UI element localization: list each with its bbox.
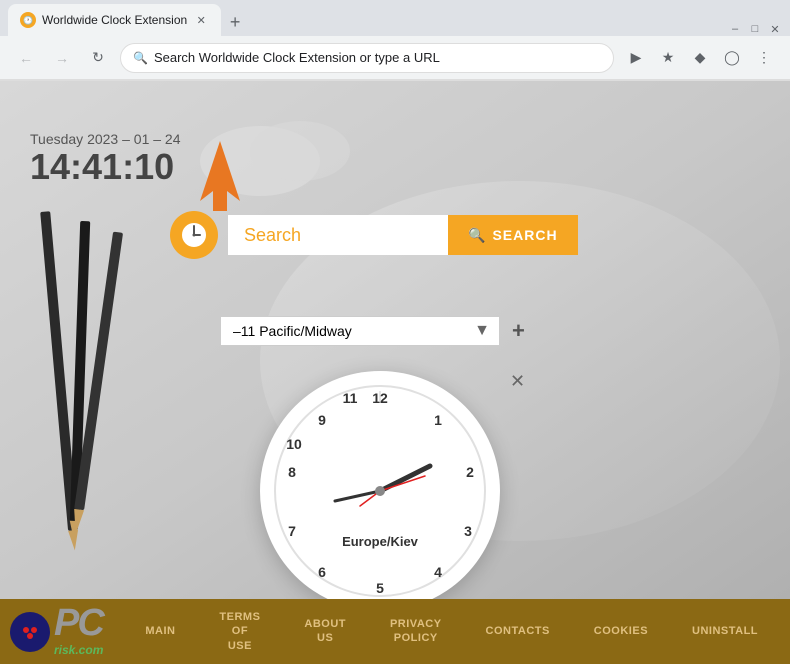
svg-text:11: 11 xyxy=(343,390,358,406)
address-bar[interactable]: 🔍 Search Worldwide Clock Extension or ty… xyxy=(120,43,614,73)
svg-text:1: 1 xyxy=(434,412,442,428)
search-button-label: SEARCH xyxy=(492,227,557,243)
footer-nav-main[interactable]: MAIN xyxy=(139,620,181,642)
footer-nav: MAIN TERMS OF USE ABOUT US PRIVACY POLIC… xyxy=(123,606,780,657)
restore-button[interactable]: □ xyxy=(748,22,762,36)
svg-text:2: 2 xyxy=(466,464,474,480)
datetime-area: Tuesday 2023 – 01 – 24 14:41:10 xyxy=(30,131,181,187)
svg-text:Europe/Kiev: Europe/Kiev xyxy=(342,534,419,549)
svg-text:9: 9 xyxy=(318,412,326,428)
tab-title: Worldwide Clock Extension xyxy=(42,13,187,27)
toolbar-icons: ▶ ★ ◆ ◯ ⋮ xyxy=(622,44,778,72)
tab-close-button[interactable]: ✕ xyxy=(193,12,209,28)
svg-text:5: 5 xyxy=(376,580,384,596)
footer-logo: PC risk.com xyxy=(10,606,103,656)
pc-logo-text: PC xyxy=(54,606,103,640)
search-input[interactable] xyxy=(244,225,424,246)
search-area: 🔍 SEARCH xyxy=(170,211,578,259)
active-tab[interactable]: 🕐 Worldwide Clock Extension ✕ xyxy=(8,4,221,36)
clock-svg: 12 1 2 3 4 5 6 7 8 9 10 11 xyxy=(270,381,490,599)
footer-nav-privacy[interactable]: PRIVACY POLICY xyxy=(384,613,448,650)
profile-icon[interactable]: ◯ xyxy=(718,44,746,72)
clock-icon-widget xyxy=(170,211,218,259)
svg-text:3: 3 xyxy=(464,523,472,539)
back-button[interactable]: ← xyxy=(12,44,40,72)
browser-chrome: 🕐 Worldwide Clock Extension ✕ + – □ ✕ ← … xyxy=(0,0,790,81)
footer-nav-cookies[interactable]: COOKIES xyxy=(588,620,654,642)
tab-favicon: 🕐 xyxy=(20,12,36,28)
svg-text:10: 10 xyxy=(286,436,302,452)
footer: PC risk.com MAIN TERMS OF USE ABOUT US P… xyxy=(0,599,790,664)
toolbar: ← → ↻ 🔍 Search Worldwide Clock Extension… xyxy=(0,36,790,80)
time-display: 14:41:10 xyxy=(30,147,181,187)
bookmark-icon[interactable]: ★ xyxy=(654,44,682,72)
analog-clock: 12 1 2 3 4 5 6 7 8 9 10 11 xyxy=(260,371,500,599)
footer-nav-contacts[interactable]: CONTACTS xyxy=(480,620,556,642)
search-icon: 🔍 xyxy=(468,227,486,244)
clock-close-button[interactable]: ✕ xyxy=(510,371,525,392)
tab-bar: 🕐 Worldwide Clock Extension ✕ + – □ ✕ xyxy=(0,0,790,36)
svg-text:8: 8 xyxy=(288,464,296,480)
reload-button[interactable]: ↻ xyxy=(84,44,112,72)
cast-icon[interactable]: ▶ xyxy=(622,44,650,72)
timezone-select-wrapper: –11 Pacific/Midway +00 UTC +01 Europe/Lo… xyxy=(220,316,500,346)
add-timezone-button[interactable]: + xyxy=(512,318,525,344)
new-tab-button[interactable]: + xyxy=(221,8,249,36)
window-controls: – □ ✕ xyxy=(728,22,782,36)
svg-text:6: 6 xyxy=(318,564,326,580)
timezone-select[interactable]: –11 Pacific/Midway +00 UTC +01 Europe/Lo… xyxy=(220,316,500,346)
footer-logo-circle xyxy=(10,612,50,652)
address-text: Search Worldwide Clock Extension or type… xyxy=(154,50,601,65)
close-button[interactable]: ✕ xyxy=(768,22,782,36)
footer-nav-uninstall[interactable]: UNINSTALL xyxy=(686,620,764,642)
extensions-icon[interactable]: ◆ xyxy=(686,44,714,72)
date-display: Tuesday 2023 – 01 – 24 xyxy=(30,131,181,147)
svg-text:4: 4 xyxy=(434,564,442,580)
svg-text:7: 7 xyxy=(288,523,296,539)
timezone-area: –11 Pacific/Midway +00 UTC +01 Europe/Lo… xyxy=(220,316,525,346)
search-input-wrapper xyxy=(228,215,448,255)
forward-button[interactable]: → xyxy=(48,44,76,72)
page-content: Tuesday 2023 – 01 – 24 14:41:10 🔍 SEARCH… xyxy=(0,81,790,599)
minimize-button[interactable]: – xyxy=(728,22,742,36)
footer-nav-terms[interactable]: TERMS OF USE xyxy=(213,606,266,657)
footer-nav-about[interactable]: ABOUT US xyxy=(298,613,352,650)
menu-icon[interactable]: ⋮ xyxy=(750,44,778,72)
search-button[interactable]: 🔍 SEARCH xyxy=(448,215,578,255)
